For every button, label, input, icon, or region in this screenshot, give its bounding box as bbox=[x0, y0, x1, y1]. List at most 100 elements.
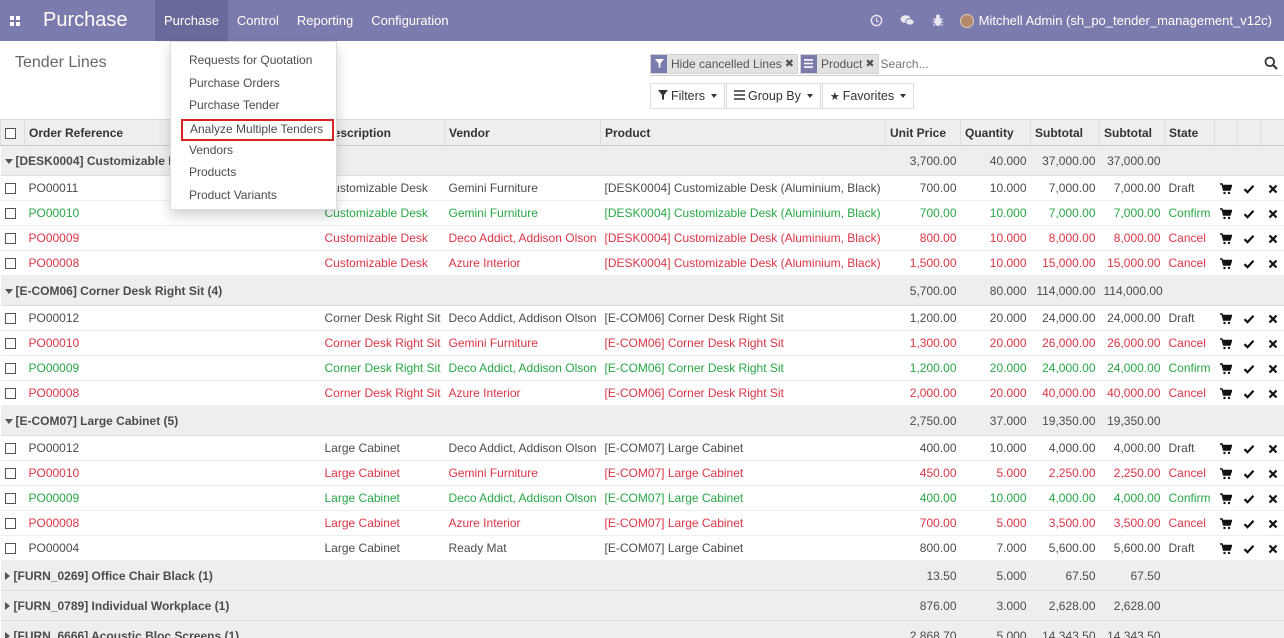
close-icon[interactable] bbox=[1260, 510, 1284, 536]
col-vendor[interactable]: Vendor bbox=[444, 119, 601, 146]
close-icon[interactable] bbox=[1260, 485, 1284, 511]
search-icon[interactable] bbox=[1264, 56, 1278, 70]
group-row[interactable]: [FURN_6666] Acoustic Bloc Screens (1) 2,8… bbox=[0, 620, 1284, 638]
col-description[interactable]: Description bbox=[320, 119, 445, 146]
col-subtotal[interactable]: Subtotal bbox=[1030, 119, 1100, 146]
close-icon[interactable] bbox=[1260, 175, 1284, 201]
row-select[interactable] bbox=[0, 380, 25, 406]
row-select[interactable] bbox=[0, 535, 25, 561]
order-reference[interactable]: PO00008 bbox=[24, 380, 321, 406]
row-checkbox[interactable] bbox=[4, 258, 16, 270]
group-row[interactable]: [FURN_0789] Individual Workplace (1) 876.… bbox=[0, 590, 1284, 621]
favorites-button[interactable]: ★ Favorites bbox=[821, 83, 915, 109]
table-row[interactable]: PO00008 Customizable Desk Azure Interior [D… bbox=[0, 250, 1284, 276]
group-row[interactable]: [FURN_0269] Office Chair Black (1) 13.50 5… bbox=[0, 560, 1284, 591]
close-icon[interactable] bbox=[1260, 460, 1284, 486]
table-row[interactable]: PO00010 Large Cabinet Gemini Furniture [E-C… bbox=[0, 460, 1284, 486]
cart-icon[interactable] bbox=[1214, 435, 1238, 461]
order-reference[interactable]: PO00012 bbox=[24, 305, 321, 331]
row-checkbox[interactable] bbox=[4, 443, 16, 455]
select-all-checkbox[interactable] bbox=[5, 127, 16, 139]
order-reference[interactable]: PO00004 bbox=[24, 535, 321, 561]
row-checkbox[interactable] bbox=[4, 183, 16, 195]
row-checkbox[interactable] bbox=[4, 388, 16, 400]
row-select[interactable] bbox=[0, 200, 25, 226]
row-checkbox[interactable] bbox=[4, 208, 16, 220]
order-reference[interactable]: PO00009 bbox=[24, 355, 321, 381]
row-checkbox[interactable] bbox=[4, 518, 16, 530]
facet-remove-icon[interactable]: ✖ bbox=[785, 57, 797, 70]
order-reference[interactable]: PO00008 bbox=[24, 510, 321, 536]
table-row[interactable]: PO00009 Customizable Desk Deco Addict, Add… bbox=[0, 225, 1284, 251]
close-icon[interactable] bbox=[1260, 200, 1284, 226]
group-by-button[interactable]: Group By bbox=[726, 83, 821, 109]
close-icon[interactable] bbox=[1260, 435, 1284, 461]
check-icon[interactable] bbox=[1237, 225, 1261, 251]
row-select[interactable] bbox=[0, 485, 25, 511]
bug-icon[interactable] bbox=[923, 0, 954, 41]
order-reference[interactable]: PO00009 bbox=[24, 225, 321, 251]
menu-item-vendors[interactable]: Vendors bbox=[171, 141, 336, 164]
facet-remove-icon[interactable]: ✖ bbox=[865, 57, 877, 70]
col-product[interactable]: Product bbox=[600, 119, 886, 146]
order-reference[interactable]: PO00012 bbox=[24, 435, 321, 461]
close-icon[interactable] bbox=[1260, 355, 1284, 381]
check-icon[interactable] bbox=[1237, 535, 1261, 561]
table-row[interactable]: PO00008 Large Cabinet Azure Interior [E-COM… bbox=[0, 510, 1284, 536]
cart-icon[interactable] bbox=[1214, 535, 1238, 561]
row-select[interactable] bbox=[0, 305, 25, 331]
cart-icon[interactable] bbox=[1214, 250, 1238, 276]
row-checkbox[interactable] bbox=[4, 543, 16, 555]
chat-icon[interactable] bbox=[892, 0, 923, 41]
close-icon[interactable] bbox=[1260, 535, 1284, 561]
user-menu[interactable]: Mitchell Admin (sh_po_tender_management_… bbox=[954, 13, 1284, 28]
close-icon[interactable] bbox=[1260, 250, 1284, 276]
row-checkbox[interactable] bbox=[4, 468, 16, 480]
cart-icon[interactable] bbox=[1214, 460, 1238, 486]
group-row[interactable]: [E-COM07] Large Cabinet (5) 2,750.00 37.00… bbox=[0, 405, 1284, 436]
table-row[interactable]: PO00012 Corner Desk Right Sit Deco Addict,… bbox=[0, 305, 1284, 331]
row-checkbox[interactable] bbox=[4, 493, 16, 505]
row-select[interactable] bbox=[0, 225, 25, 251]
menu-item-purchase-orders[interactable]: Purchase Orders bbox=[171, 74, 336, 97]
row-checkbox[interactable] bbox=[4, 313, 16, 325]
row-select[interactable] bbox=[0, 250, 25, 276]
menu-reporting[interactable]: Reporting bbox=[288, 0, 362, 41]
search-input[interactable] bbox=[880, 53, 1282, 74]
cart-icon[interactable] bbox=[1214, 355, 1238, 381]
col-unit-price[interactable]: Unit Price bbox=[885, 119, 961, 146]
close-icon[interactable] bbox=[1260, 380, 1284, 406]
apps-menu-icon[interactable] bbox=[0, 0, 30, 41]
group-header[interactable]: [DESK0004] Customizable Desk (4) bbox=[0, 145, 886, 176]
check-icon[interactable] bbox=[1237, 380, 1261, 406]
cart-icon[interactable] bbox=[1214, 225, 1238, 251]
table-row[interactable]: PO00009 Corner Desk Right Sit Deco Addict,… bbox=[0, 355, 1284, 381]
cart-icon[interactable] bbox=[1214, 200, 1238, 226]
menu-item-purchase-tender[interactable]: Purchase Tender bbox=[171, 96, 336, 119]
row-checkbox[interactable] bbox=[4, 363, 16, 375]
cart-icon[interactable] bbox=[1214, 510, 1238, 536]
check-icon[interactable] bbox=[1237, 510, 1261, 536]
check-icon[interactable] bbox=[1237, 355, 1261, 381]
menu-purchase[interactable]: Purchase bbox=[155, 0, 228, 41]
menu-item-requests-for-quotation[interactable]: Requests for Quotation bbox=[171, 51, 336, 74]
cart-icon[interactable] bbox=[1214, 380, 1238, 406]
menu-item-products[interactable]: Products bbox=[171, 163, 336, 186]
check-icon[interactable] bbox=[1237, 435, 1261, 461]
order-reference[interactable]: PO00010 bbox=[24, 330, 321, 356]
close-icon[interactable] bbox=[1260, 305, 1284, 331]
table-row[interactable]: PO00009 Large Cabinet Deco Addict, Addison… bbox=[0, 485, 1284, 511]
row-select[interactable] bbox=[0, 355, 25, 381]
cart-icon[interactable] bbox=[1214, 485, 1238, 511]
group-row[interactable]: [E-COM06] Corner Desk Right Sit (4) 5,700… bbox=[0, 275, 1284, 306]
check-icon[interactable] bbox=[1237, 250, 1261, 276]
col-subtotal-2[interactable]: Subtotal bbox=[1099, 119, 1165, 146]
group-header[interactable]: [FURN_0269] Office Chair Black (1) bbox=[0, 560, 886, 591]
cart-icon[interactable] bbox=[1214, 175, 1238, 201]
col-quantity[interactable]: Quantity bbox=[960, 119, 1031, 146]
close-icon[interactable] bbox=[1260, 225, 1284, 251]
table-row[interactable]: PO00008 Corner Desk Right Sit Azure Interi… bbox=[0, 380, 1284, 406]
menu-item-analyze-multiple-tenders[interactable]: Analyze Multiple Tenders bbox=[181, 118, 334, 141]
row-select[interactable] bbox=[0, 510, 25, 536]
select-all[interactable] bbox=[0, 119, 25, 146]
